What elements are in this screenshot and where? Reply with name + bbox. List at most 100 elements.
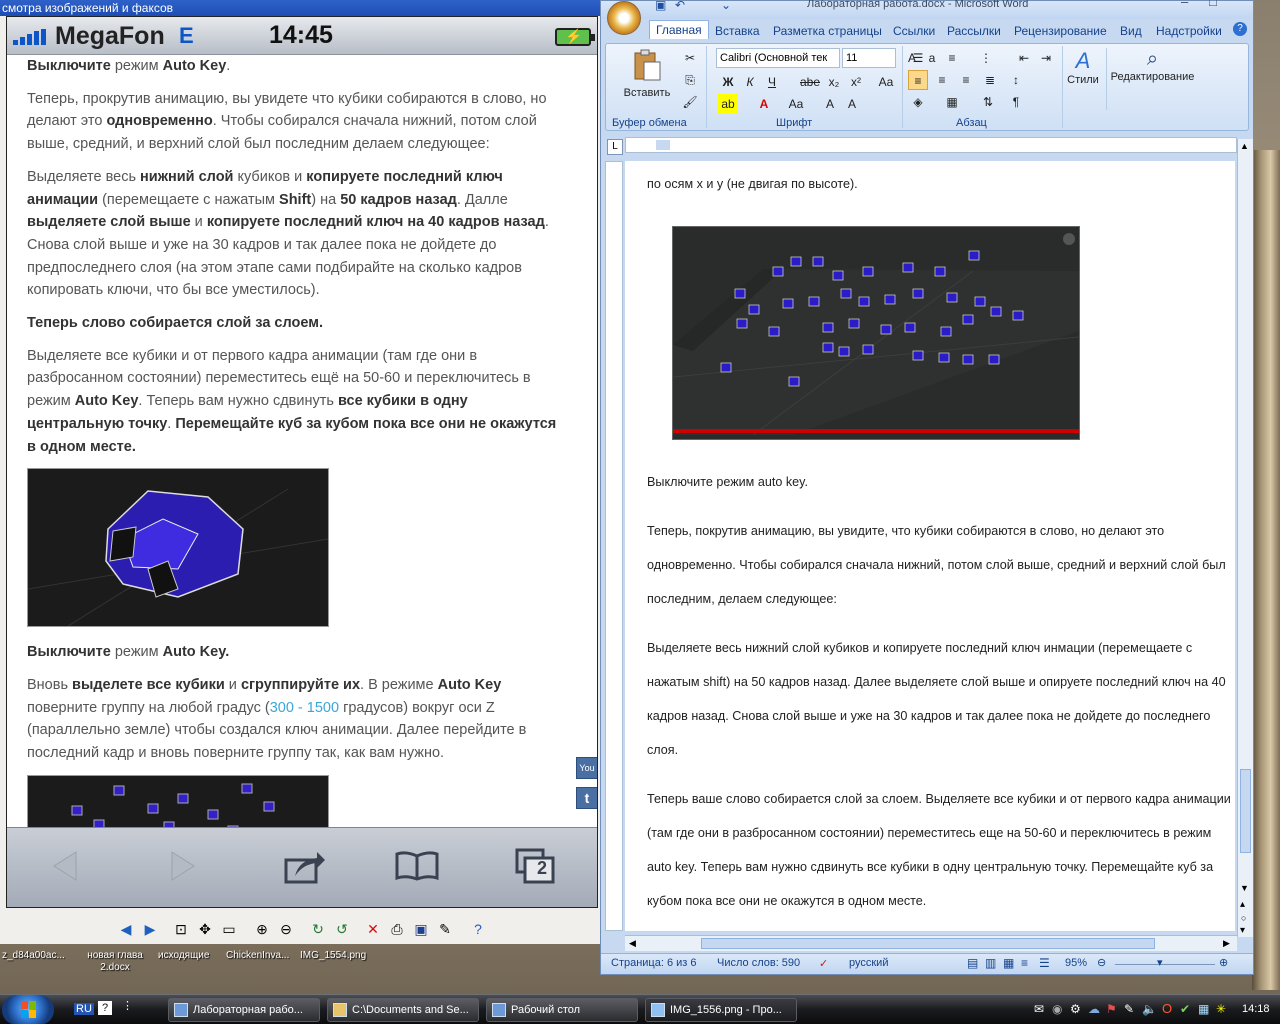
line-spacing-icon[interactable]: ↕ [1006, 70, 1026, 90]
tray-icon[interactable]: ✉ [1034, 1002, 1044, 1016]
scroll-down-icon[interactable]: ▼ [1240, 883, 1249, 893]
proofing-icon[interactable]: ✓ [819, 957, 828, 970]
web-layout-icon[interactable]: ▦ [1003, 956, 1014, 970]
qat-undo-icon[interactable]: ↶ [675, 0, 685, 12]
twitter-icon[interactable]: t [576, 787, 597, 809]
shrink-font-large-icon[interactable]: A [842, 94, 862, 114]
tab-references[interactable]: Ссылки [893, 22, 935, 40]
tab-addins[interactable]: Надстройки [1156, 22, 1222, 40]
edit-icon[interactable]: ✎ [436, 920, 454, 938]
delete-icon[interactable]: ✕ [364, 920, 382, 938]
maximize-icon[interactable]: □ [1209, 0, 1217, 9]
multilevel-list-icon[interactable]: ⋮ [976, 48, 996, 68]
scroll-up-icon[interactable]: ▲ [1240, 141, 1249, 151]
font-color-icon[interactable]: A [754, 94, 774, 114]
underline-icon[interactable]: Ч [762, 72, 782, 92]
desktop-file[interactable]: ChickenInva... [226, 950, 289, 961]
print-layout-icon[interactable]: ▤ [967, 956, 978, 970]
taskbar-item-explorer[interactable]: C:\Documents and Se... [327, 998, 479, 1022]
cubes-render-image[interactable] [672, 226, 1080, 440]
network-icon[interactable]: ▦ [1198, 1002, 1209, 1016]
help-icon[interactable]: ? [1233, 22, 1247, 36]
prev-page-icon[interactable]: ▴ [1240, 899, 1245, 910]
minimize-icon[interactable]: – [1181, 0, 1188, 9]
font-name-select[interactable]: Calibri (Основной тек [716, 48, 840, 68]
slideshow-icon[interactable]: ▭ [220, 920, 238, 938]
draft-icon[interactable]: ☰ [1039, 956, 1050, 970]
volume-icon[interactable]: 🔈 [1142, 1002, 1157, 1016]
decrease-indent-icon[interactable]: ⇤ [1014, 48, 1034, 68]
cut-icon[interactable]: ✂ [680, 48, 700, 68]
rotate-cw-icon[interactable]: ↻ [309, 920, 327, 938]
outline-icon[interactable]: ≡ [1021, 956, 1028, 970]
degrees-link[interactable]: 300 - 1500 [270, 700, 339, 716]
desktop-file[interactable]: z_d84a00ac... [2, 950, 65, 961]
tray-icon[interactable]: ◉ [1052, 1002, 1062, 1016]
align-left-icon[interactable]: ≡ [908, 70, 928, 90]
change-case-icon[interactable]: Aa [786, 94, 806, 114]
vertical-scrollbar[interactable]: ▲ ▼ ▴ ○ ▾ [1237, 139, 1253, 937]
previous-image-icon[interactable]: ◀ [117, 920, 135, 938]
qat-save-icon[interactable]: ▣ [655, 0, 666, 12]
help-icon[interactable]: ? [98, 1001, 112, 1015]
full-screen-reading-icon[interactable]: ▥ [985, 956, 996, 970]
qat-customize-icon[interactable]: ⌄ [721, 0, 731, 12]
tray-icon[interactable]: ✳ [1216, 1002, 1226, 1016]
sort-icon[interactable]: ⇅ [978, 92, 998, 112]
actual-size-icon[interactable]: ✥ [196, 920, 214, 938]
font-size-select[interactable]: 11 [842, 48, 896, 68]
taskbar-item-desktop[interactable]: Рабочий стол [486, 998, 638, 1022]
zoom-thumb-icon[interactable]: ▾ [1157, 956, 1163, 969]
highlight-icon[interactable]: ab [718, 94, 738, 114]
horizontal-scroll-thumb[interactable] [701, 938, 1155, 949]
tray-icon[interactable]: ☁ [1088, 1002, 1100, 1016]
tray-icon[interactable]: ⚙ [1070, 1002, 1081, 1016]
bold-icon[interactable]: Ж [718, 72, 738, 92]
numbering-icon[interactable]: ≡ [942, 48, 962, 68]
forward-icon[interactable] [159, 846, 207, 886]
tab-review[interactable]: Рецензирование [1014, 22, 1107, 40]
subscript-icon[interactable]: x₂ [824, 72, 844, 92]
next-page-icon[interactable]: ▾ [1240, 925, 1245, 936]
show-marks-icon[interactable]: ¶ [1006, 92, 1026, 112]
clear-formatting-icon[interactable]: Aa [876, 72, 896, 92]
horizontal-scrollbar[interactable]: ◀ ▶ [625, 935, 1237, 951]
align-center-icon[interactable]: ≡ [932, 70, 952, 90]
taskbar-item-word[interactable]: Лабораторная рабо... [168, 998, 320, 1022]
horizontal-ruler[interactable] [625, 137, 1237, 153]
tab-mailings[interactable]: Рассылки [947, 22, 1001, 40]
justify-icon[interactable]: ≣ [980, 70, 1000, 90]
rotate-ccw-icon[interactable]: ↺ [333, 920, 351, 938]
zoom-out-icon[interactable]: ⊖ [277, 920, 295, 938]
opera-icon[interactable]: O [1162, 1001, 1172, 1016]
zoom-out-icon[interactable]: ⊖ [1097, 956, 1106, 969]
document-page[interactable]: по осям x и y (не двигая по высоте). Вык… [625, 161, 1235, 931]
bullets-icon[interactable]: ☰ [908, 48, 928, 68]
save-icon[interactable]: ▣ [412, 920, 430, 938]
editing-button[interactable]: ⌕ Редактирование [1106, 48, 1198, 110]
show-desktop-icon[interactable]: ⋮ [122, 999, 133, 1012]
tab-selector-icon[interactable]: L [607, 139, 623, 155]
next-image-icon[interactable]: ▶ [141, 920, 159, 938]
status-page[interactable]: Страница: 6 из 6 [611, 957, 697, 969]
best-fit-icon[interactable]: ⊡ [172, 920, 190, 938]
format-painter-icon[interactable]: 🖌 [680, 92, 700, 112]
tabs-icon[interactable]: 2 [511, 846, 559, 886]
align-right-icon[interactable]: ≡ [956, 70, 976, 90]
scroll-right-icon[interactable]: ▶ [1223, 938, 1230, 949]
taskbar-item-image-viewer[interactable]: IMG_1556.png - Про... [645, 998, 797, 1022]
status-words[interactable]: Число слов: 590 [717, 957, 800, 969]
superscript-icon[interactable]: x² [846, 72, 866, 92]
taskbar-clock[interactable]: 14:18 [1242, 1003, 1270, 1015]
tray-icon[interactable]: ✎ [1124, 1002, 1134, 1016]
desktop-file[interactable]: исходящие [158, 950, 209, 961]
tray-icon[interactable]: ⚑ [1106, 1002, 1117, 1016]
back-icon[interactable] [41, 846, 89, 886]
tab-view[interactable]: Вид [1120, 22, 1142, 40]
browse-object-icon[interactable]: ○ [1241, 913, 1246, 923]
tab-home[interactable]: Главная [649, 20, 709, 39]
grow-font-large-icon[interactable]: A [820, 94, 840, 114]
language-indicator[interactable]: RU [74, 1003, 94, 1015]
copy-icon[interactable]: ⎘ [680, 70, 700, 90]
status-language[interactable]: русский [849, 957, 888, 969]
